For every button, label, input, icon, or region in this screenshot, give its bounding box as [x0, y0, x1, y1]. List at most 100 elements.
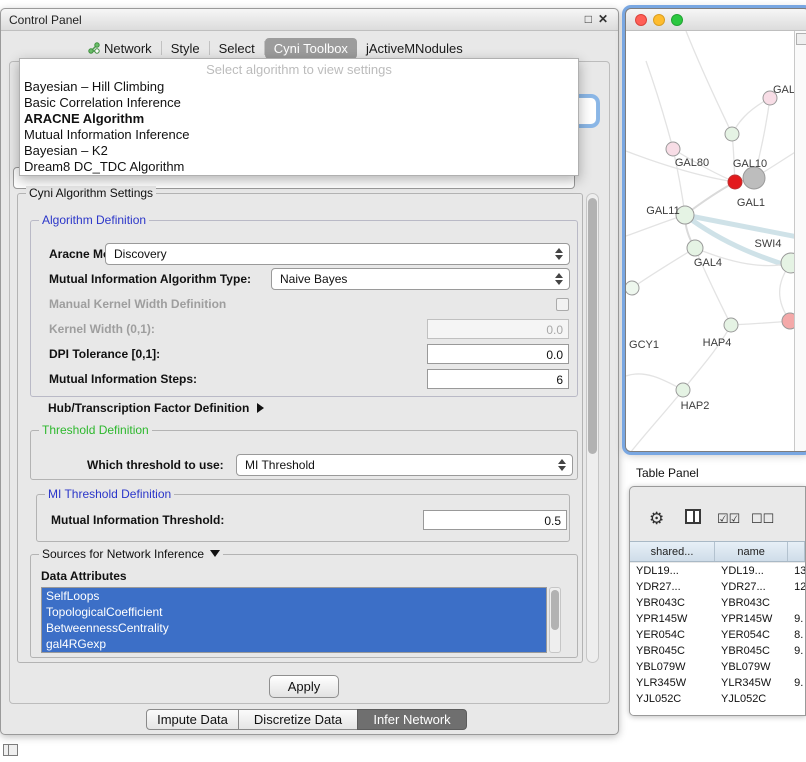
close-window-icon[interactable]: ✕: [598, 12, 608, 26]
table-row[interactable]: YBR043CYBR043C: [630, 595, 805, 611]
list-scrollbar[interactable]: [549, 587, 561, 653]
node-label: GAL80: [675, 157, 709, 169]
node-green-top[interactable]: [725, 127, 739, 141]
table-row[interactable]: YLR345WYLR345W9.: [630, 675, 805, 691]
node-label: GAL: [773, 84, 795, 96]
cell: YBR043C: [715, 595, 788, 611]
list-item[interactable]: TopologicalCoefficient: [42, 604, 546, 620]
minimize-traffic-light-icon[interactable]: [653, 14, 665, 26]
threshold-definition-title: Threshold Definition: [39, 423, 152, 437]
hub-section-label: Hub/Transcription Factor Definition: [48, 401, 249, 415]
deselect-all-checkboxes-icon[interactable]: ☐☐: [751, 511, 774, 527]
cell: 13: [788, 563, 805, 579]
tab-network-label: Network: [104, 41, 152, 56]
node-red-highlight[interactable]: [728, 175, 742, 189]
aracne-mode-value: Discovery: [114, 247, 167, 261]
table-row[interactable]: YDL19...YDL19...13: [630, 563, 805, 579]
node-label: SWI4: [755, 238, 782, 250]
node-left-green[interactable]: [626, 281, 639, 295]
table-panel-label: Table Panel: [636, 466, 699, 480]
table-row[interactable]: YPR145WYPR145W9.: [630, 611, 805, 627]
network-icon: [88, 42, 100, 54]
table-row[interactable]: YBL079WYBL079W: [630, 659, 805, 675]
hub-section-toggle[interactable]: Hub/Transcription Factor Definition: [48, 401, 264, 415]
menu-item-bayesian-hill-climbing[interactable]: Bayesian – Hill Climbing: [20, 79, 578, 95]
table-row[interactable]: YER054CYER054C8.: [630, 627, 805, 643]
kernel-width-label: Kernel Width (0,1):: [49, 322, 155, 336]
network-canvas[interactable]: GAL GAL80 GAL10 GAL11 GAL1 SWI4 GAL4 GCY…: [626, 31, 796, 452]
table-row[interactable]: YDR27...YDR27...12: [630, 579, 805, 595]
network-window-titlebar[interactable]: [626, 9, 806, 31]
settings-scrollbar[interactable]: [586, 193, 599, 663]
column-header-shared-name[interactable]: shared...: [630, 542, 715, 561]
list-item[interactable]: gal4RGexp: [42, 636, 546, 652]
select-all-checkboxes-icon[interactable]: ☑☑: [717, 511, 740, 527]
close-traffic-light-icon[interactable]: [635, 14, 647, 26]
column-header-cutoff[interactable]: [788, 542, 805, 561]
scroll-arrow-box[interactable]: [796, 33, 806, 45]
node-gal4[interactable]: [687, 240, 703, 256]
cell: [788, 659, 805, 675]
control-panel-titlebar[interactable]: Control Panel □ ✕: [1, 9, 618, 31]
network-graph: GAL GAL80 GAL10 GAL11 GAL1 SWI4 GAL4 GCY…: [626, 31, 796, 452]
node-hap2[interactable]: [676, 383, 690, 397]
menu-item-bayesian-k2[interactable]: Bayesian – K2: [20, 143, 578, 159]
float-window-icon[interactable]: □: [585, 12, 592, 26]
cell: 8.: [788, 627, 805, 643]
node-gal80[interactable]: [666, 142, 680, 156]
control-panel-tabs: Network Style Select Cyni Toolbox jActiv…: [79, 36, 472, 60]
network-vertical-scrollbar[interactable]: [794, 31, 806, 451]
panel-toggle-icon[interactable]: [3, 744, 18, 756]
dpi-tolerance-input[interactable]: 0.0: [427, 344, 569, 364]
list-item[interactable]: BetweennessCentrality: [42, 620, 546, 636]
tab-style[interactable]: Style: [162, 38, 209, 59]
cell: YBR043C: [630, 595, 715, 611]
tab-network[interactable]: Network: [79, 38, 161, 59]
menu-item-basic-correlation[interactable]: Basic Correlation Inference: [20, 95, 578, 111]
node-label: GCY1: [629, 339, 659, 351]
zoom-traffic-light-icon[interactable]: [671, 14, 683, 26]
tab-infer-network[interactable]: Infer Network: [357, 709, 467, 730]
data-attributes-list[interactable]: SelfLoops TopologicalCoefficient Between…: [41, 587, 547, 653]
algorithm-placeholder: Select algorithm to view settings: [20, 61, 578, 79]
menu-item-aracne[interactable]: ARACNE Algorithm: [20, 111, 578, 127]
list-scrollbar-thumb[interactable]: [551, 590, 559, 630]
mi-steps-label: Mutual Information Steps:: [49, 372, 197, 386]
table-row[interactable]: YBR045CYBR045C9.: [630, 643, 805, 659]
table-columns-icon[interactable]: [685, 509, 701, 524]
menu-item-mutual-information[interactable]: Mutual Information Inference: [20, 127, 578, 143]
node-label: GAL10: [733, 158, 767, 170]
mi-steps-input[interactable]: 6: [427, 369, 569, 389]
cell: YDL19...: [715, 563, 788, 579]
sources-title-toggle[interactable]: Sources for Network Inference: [39, 547, 223, 561]
network-view-window: GAL GAL80 GAL10 GAL11 GAL1 SWI4 GAL4 GCY…: [625, 8, 806, 452]
algorithm-definition-group: Algorithm Definition Aracne Mode: Discov…: [30, 220, 578, 397]
apply-button[interactable]: Apply: [269, 675, 339, 698]
tab-jactivemnodules[interactable]: jActiveMNodules: [357, 38, 472, 59]
gear-icon[interactable]: ⚙: [649, 509, 664, 529]
aracne-mode-select[interactable]: Discovery: [105, 243, 570, 265]
manual-kernel-checkbox[interactable]: [556, 298, 569, 311]
table-row[interactable]: YJL052CYJL052C: [630, 691, 805, 707]
tab-select[interactable]: Select: [210, 38, 264, 59]
which-threshold-select[interactable]: MI Threshold: [236, 454, 573, 476]
settings-scrollbar-thumb[interactable]: [588, 198, 597, 454]
table-panel-window: ⚙ ☑☑ ☐☐ shared... name YDL19...YDL19...1…: [629, 486, 806, 716]
node-gal10[interactable]: [743, 167, 765, 189]
tab-cyni-toolbox[interactable]: Cyni Toolbox: [265, 38, 357, 59]
kernel-width-input[interactable]: 0.0: [427, 319, 569, 339]
column-header-name[interactable]: name: [715, 542, 788, 561]
cell: 9.: [788, 675, 805, 691]
cell: YJL052C: [715, 691, 788, 707]
cell: 9.: [788, 643, 805, 659]
node-hap4[interactable]: [724, 318, 738, 332]
list-item[interactable]: SelfLoops: [42, 588, 546, 604]
tab-jactivemnodules-label: jActiveMNodules: [366, 41, 463, 56]
tab-impute-data[interactable]: Impute Data: [146, 709, 239, 730]
dpi-tolerance-label: DPI Tolerance [0,1]:: [49, 347, 160, 361]
mi-threshold-input[interactable]: 0.5: [423, 510, 567, 530]
tab-discretize-data[interactable]: Discretize Data: [238, 709, 358, 730]
mi-type-select[interactable]: Naive Bayes: [271, 268, 570, 290]
cell: YPR145W: [715, 611, 788, 627]
menu-item-dream8[interactable]: Dream8 DC_TDC Algorithm: [20, 159, 578, 175]
